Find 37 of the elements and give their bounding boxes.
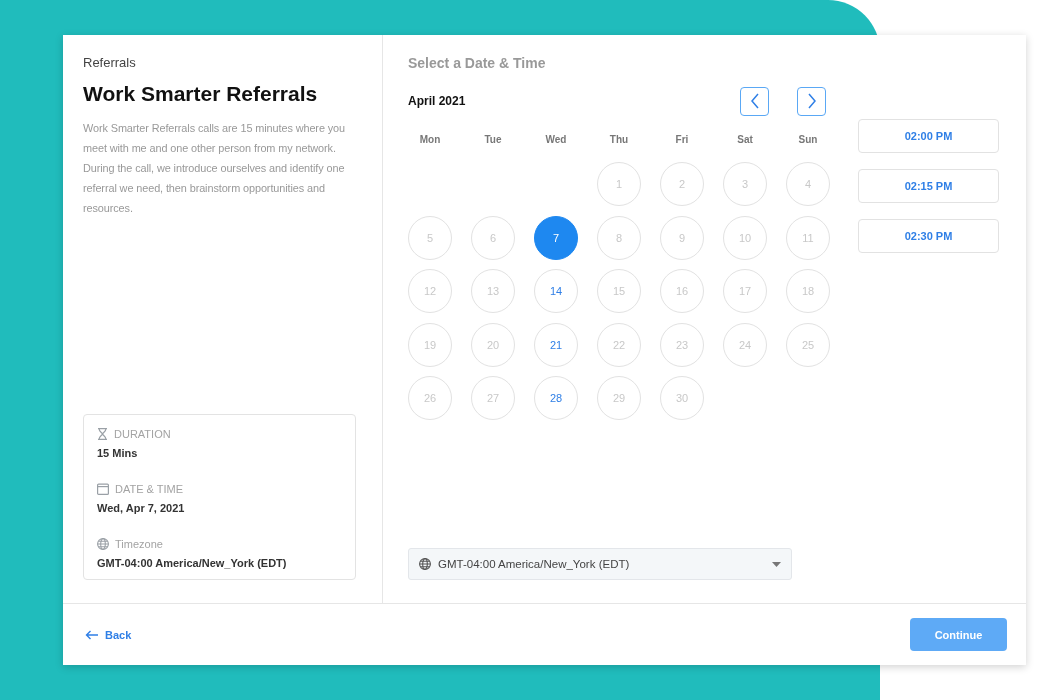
summary-label: DURATION [114,428,171,440]
weekday-label: Tue [483,133,503,147]
chevron-right-icon [806,93,817,109]
chevron-left-icon [749,93,760,109]
event-description: Work Smarter Referrals calls are 15 minutes where you meet with me and one other person from my network. During the call, we introduce ourselves and identify one referral we need, then brainstorm opportunities and resources. [83,121,347,216]
dropdown-caret-icon [772,561,781,567]
weekday-label: Thu [608,133,630,147]
time-slot-button[interactable]: 02:30 PM [858,219,999,253]
timezone-select[interactable]: GMT-04:00 America/New_York (EDT) [408,548,792,580]
summary-value: Wed, Apr 7, 2021 [97,502,186,514]
calendar-day[interactable]: 14 [534,269,578,313]
time-slot-button[interactable]: 02:15 PM [858,169,999,203]
month-label: April 2021 [408,94,467,108]
hourglass-icon [97,428,108,440]
time-slot-button[interactable]: 02:00 PM [858,119,999,153]
category-label: Referrals [83,55,137,70]
globe-icon [419,558,431,570]
arrow-left-icon [85,629,98,640]
weekday-label: Fri [674,133,690,147]
summary-value: GMT-04:00 America/New_York (EDT) [97,557,288,569]
previous-month-button[interactable] [740,86,769,116]
weekday-label: Sun [797,133,819,147]
calendar-day[interactable]: 28 [534,376,578,420]
weekday-label: Sat [736,133,754,147]
summary-label: DATE & TIME [115,483,184,495]
globe-icon [97,538,109,550]
weekday-label: Wed [544,133,568,147]
calendar-icon [97,483,109,495]
event-title: Work Smarter Referrals [83,82,319,106]
calendar-day[interactable]: 21 [534,322,578,367]
section-heading: Select a Date & Time [408,55,547,71]
weekday-label: Mon [418,133,442,147]
summary-label: Timezone [115,538,163,550]
calendar-day[interactable]: 7 [534,215,578,260]
next-month-button[interactable] [797,86,826,116]
summary-value: 15 Mins [97,447,139,459]
back-link[interactable]: Back [85,628,132,641]
